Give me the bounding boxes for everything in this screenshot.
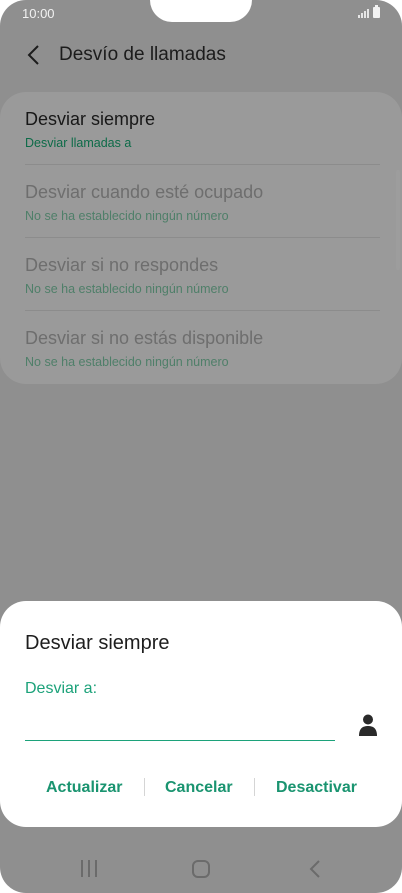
status-bar: 10:00 bbox=[0, 0, 402, 26]
home-icon[interactable] bbox=[192, 860, 210, 878]
dialog-actions: Actualizar Cancelar Desactivar bbox=[0, 773, 402, 803]
list-item-forward-unreachable: Desviar si no estás disponible No se ha … bbox=[25, 311, 380, 384]
item-subtitle: No se ha establecido ningún número bbox=[25, 209, 229, 223]
list-item-forward-always[interactable]: Desviar siempre Desviar llamadas a bbox=[25, 92, 380, 165]
scrollbar[interactable] bbox=[396, 170, 400, 270]
action-divider bbox=[254, 778, 255, 796]
forward-dialog: Desviar siempre Desviar a: Actualizar Ca… bbox=[0, 601, 402, 827]
deactivate-button[interactable]: Desactivar bbox=[276, 773, 357, 803]
item-title: Desviar si no respondes bbox=[25, 255, 219, 275]
forward-number-input[interactable] bbox=[25, 709, 335, 741]
status-time: 10:00 bbox=[22, 6, 55, 21]
list-item-forward-no-answer: Desviar si no respondes No se ha estable… bbox=[25, 238, 380, 311]
list-item-forward-busy: Desviar cuando esté ocupado No se ha est… bbox=[25, 165, 380, 238]
cancel-button[interactable]: Cancelar bbox=[165, 773, 233, 803]
page-title: Desvío de llamadas bbox=[59, 44, 226, 65]
back-icon[interactable] bbox=[308, 859, 322, 879]
field-label: Desviar a: bbox=[25, 680, 98, 697]
item-title: Desviar si no estás disponible bbox=[25, 328, 264, 348]
item-subtitle: Desviar llamadas a bbox=[25, 136, 132, 150]
item-title: Desviar siempre bbox=[25, 109, 156, 129]
chevron-left-icon[interactable] bbox=[26, 44, 42, 66]
recent-apps-icon[interactable] bbox=[81, 860, 97, 878]
status-icons bbox=[358, 5, 380, 18]
person-icon[interactable] bbox=[358, 713, 378, 737]
item-title: Desviar cuando esté ocupado bbox=[25, 182, 264, 202]
battery-icon bbox=[373, 5, 380, 18]
forward-options-list: Desviar siempre Desviar llamadas a Desvi… bbox=[0, 92, 402, 384]
item-subtitle: No se ha establecido ningún número bbox=[25, 355, 229, 369]
app-header: Desvío de llamadas bbox=[0, 36, 402, 76]
navigation-bar bbox=[0, 845, 402, 893]
phone-screen: 10:00 Desvío de llamadas Desviar siempre… bbox=[0, 0, 402, 893]
signal-icon bbox=[358, 9, 369, 18]
item-subtitle: No se ha establecido ningún número bbox=[25, 282, 229, 296]
update-button[interactable]: Actualizar bbox=[46, 773, 122, 803]
camera-notch bbox=[150, 0, 252, 22]
action-divider bbox=[144, 778, 145, 796]
dialog-title: Desviar siempre bbox=[25, 632, 170, 654]
